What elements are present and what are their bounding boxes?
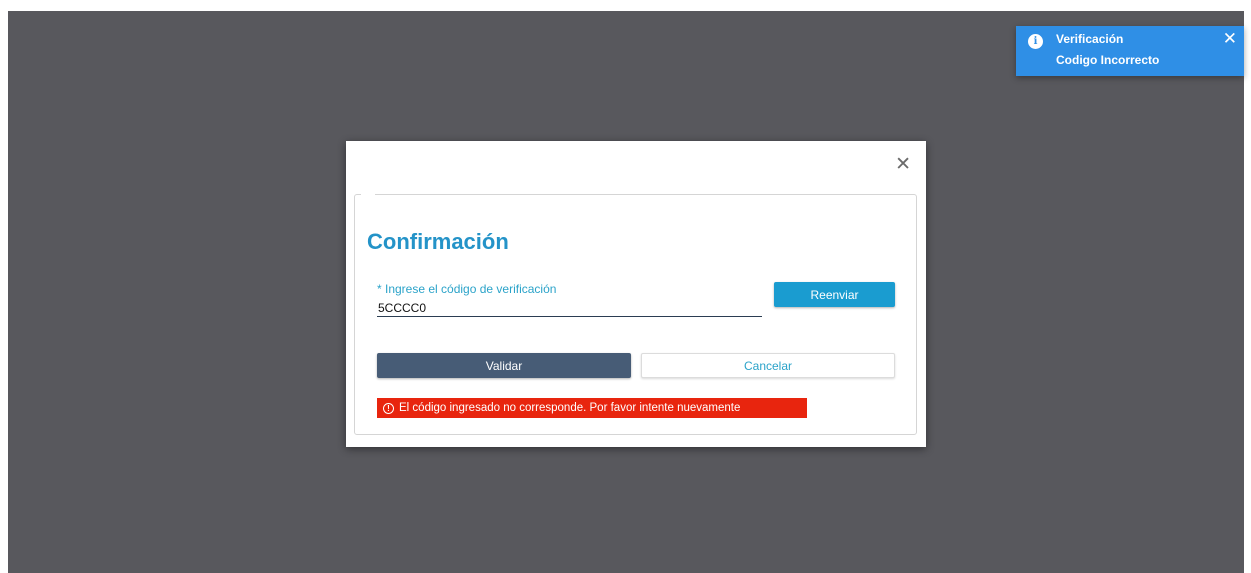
page-title: Confirmación xyxy=(367,229,509,254)
toast-message: Codigo Incorrecto xyxy=(1056,53,1160,67)
close-icon[interactable]: ✕ xyxy=(895,153,911,175)
card-notch xyxy=(361,193,375,197)
verification-code-label: * Ingrese el código de verificación xyxy=(377,282,557,296)
notification-toast: i Verificación Codigo Incorrecto ✕ xyxy=(1016,26,1244,76)
confirmation-card: Confirmación * Ingrese el código de veri… xyxy=(354,193,917,435)
alert-circle-icon: ! xyxy=(383,402,394,414)
error-text: El código ingresado no corresponde. Por … xyxy=(399,402,741,414)
info-icon: i xyxy=(1028,34,1043,49)
cancel-button[interactable]: Cancelar xyxy=(641,353,895,378)
toast-title: Verificación xyxy=(1056,32,1124,46)
validate-button[interactable]: Validar xyxy=(377,353,631,378)
close-icon[interactable]: ✕ xyxy=(1223,29,1237,49)
verification-code-input[interactable] xyxy=(377,299,762,317)
confirmation-dialog: ✕ Confirmación * Ingrese el código de ve… xyxy=(346,141,926,447)
resend-button[interactable]: Reenviar xyxy=(774,282,895,307)
error-message: ! El código ingresado no corresponde. Po… xyxy=(377,398,807,418)
